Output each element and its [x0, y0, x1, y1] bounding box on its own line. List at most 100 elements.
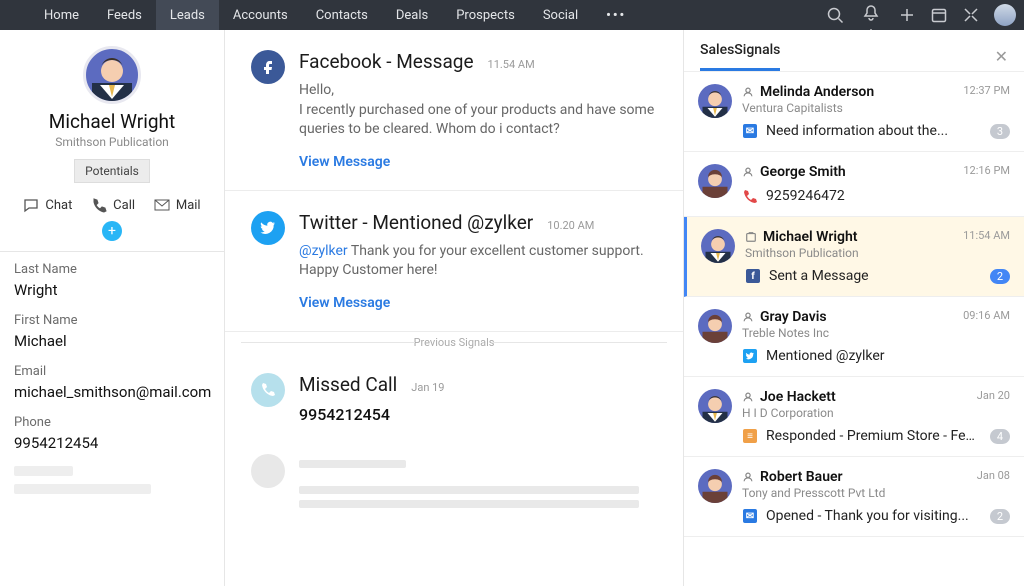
signal-item[interactable]: Gray Davis 09:16 AM Treble Notes Inc Men…: [684, 297, 1024, 377]
feed-title: Twitter - Mentioned @zylker: [299, 211, 533, 234]
feed-item-missed-call[interactable]: Missed Call Jan 19 9954212454: [225, 353, 683, 446]
signal-item[interactable]: Joe Hackett Jan 20 H I D Corporation ≡ R…: [684, 377, 1024, 457]
feed-item-facebook[interactable]: Facebook - Message 11.54 AM Hello, I rec…: [225, 30, 683, 191]
nav-feeds[interactable]: Feeds: [93, 0, 156, 30]
placeholder-line: [14, 484, 151, 494]
signal-item[interactable]: Robert Bauer Jan 08 Tony and Presscott P…: [684, 457, 1024, 537]
call-action[interactable]: Call: [91, 197, 135, 213]
close-icon[interactable]: ✕: [995, 47, 1008, 66]
nav-deals[interactable]: Deals: [382, 0, 442, 30]
chat-action[interactable]: Chat: [23, 197, 72, 213]
last-name-label: Last Name: [14, 262, 210, 277]
email-value: michael_smithson@mail.com: [14, 383, 210, 401]
related-chip[interactable]: Potentials: [74, 159, 150, 183]
previous-signals-divider: Previous Signals: [225, 336, 683, 349]
signal-type-icon: f: [745, 268, 761, 284]
signal-company: Treble Notes Inc: [742, 326, 1010, 340]
signal-time: Jan 20: [977, 389, 1010, 402]
signal-type-icon: [742, 188, 758, 204]
signal-name: George Smith: [742, 164, 846, 180]
signal-count-badge: 2: [990, 509, 1010, 524]
signal-company: Tony and Presscott Pvt Ltd: [742, 486, 1010, 500]
feed-time: Jan 19: [411, 381, 444, 394]
signal-name: Robert Bauer: [742, 469, 843, 485]
lead-avatar: [83, 46, 141, 104]
signal-type-icon: ≡: [742, 428, 758, 444]
nav-leads[interactable]: Leads: [156, 0, 219, 30]
chat-label: Chat: [45, 198, 72, 213]
feed-time: 11.54 AM: [488, 58, 535, 71]
feed-time: 10.20 AM: [547, 219, 594, 232]
view-message-link[interactable]: View Message: [299, 295, 390, 311]
nav-social[interactable]: Social: [529, 0, 592, 30]
user-avatar[interactable]: [994, 4, 1016, 26]
add-button[interactable]: +: [102, 221, 122, 241]
top-nav: Home Feeds Leads Accounts Contacts Deals…: [0, 0, 1024, 30]
signal-name: Melinda Anderson: [742, 84, 874, 100]
phone-icon: [251, 373, 285, 407]
nav-accounts[interactable]: Accounts: [219, 0, 302, 30]
lead-company: Smithson Publication: [14, 135, 210, 149]
tools-icon[interactable]: [962, 6, 980, 24]
signal-count-badge: 3: [990, 124, 1010, 139]
add-icon[interactable]: [898, 6, 916, 24]
signal-text: Responded - Premium Store - Fee...: [766, 428, 982, 444]
hamburger-icon[interactable]: [0, 0, 30, 30]
last-name-value: Wright: [14, 281, 210, 299]
signal-avatar: [698, 389, 732, 423]
signal-item[interactable]: Melinda Anderson 12:37 PM Ventura Capita…: [684, 72, 1024, 152]
facebook-icon: [251, 50, 285, 84]
nav-contacts[interactable]: Contacts: [302, 0, 382, 30]
signal-company: H I D Corporation: [742, 406, 1010, 420]
signal-company: Smithson Publication: [745, 246, 1010, 260]
signal-text: Opened - Thank you for visiting...: [766, 508, 969, 524]
signal-count-badge: 4: [990, 429, 1010, 444]
call-label: Call: [113, 198, 135, 213]
notifications-icon[interactable]: [858, 4, 884, 26]
lead-detail-panel: Michael Wright Smithson Publication Pote…: [0, 30, 225, 586]
feed-body: Hello, I recently purchased one of your …: [299, 81, 657, 140]
signal-avatar: [698, 84, 732, 118]
signal-time: 12:16 PM: [963, 164, 1010, 177]
signal-company: Ventura Capitalists: [742, 101, 1010, 115]
signal-count-badge: 2: [990, 269, 1010, 284]
nav-prospects[interactable]: Prospects: [442, 0, 529, 30]
signal-type-icon: ✉: [742, 508, 758, 524]
signal-avatar: [698, 164, 732, 198]
nav-more[interactable]: •••: [592, 0, 640, 30]
signal-text: Need information about the...: [766, 123, 948, 139]
signal-time: Jan 08: [977, 469, 1010, 482]
calendar-icon[interactable]: [930, 6, 948, 24]
missed-call-number: 9954212454: [299, 404, 445, 426]
signal-item[interactable]: George Smith 12:16 PM 9259246472: [684, 152, 1024, 217]
signal-item[interactable]: Michael Wright 11:54 AM Smithson Publica…: [684, 217, 1024, 297]
feed-body: @zylker Thank you for your excellent cus…: [299, 242, 657, 281]
signal-type-icon: [742, 348, 758, 364]
activity-feed: Facebook - Message 11.54 AM Hello, I rec…: [225, 30, 684, 586]
placeholder-line: [14, 466, 73, 476]
mail-label: Mail: [176, 198, 201, 213]
phone-value: 9954212454: [14, 434, 210, 452]
signal-type-icon: ✉: [742, 123, 758, 139]
phone-label: Phone: [14, 415, 210, 430]
twitter-icon: [251, 211, 285, 245]
nav-home[interactable]: Home: [30, 0, 93, 30]
signal-avatar: [698, 469, 732, 503]
email-label: Email: [14, 364, 210, 379]
signal-name: Michael Wright: [745, 229, 857, 245]
sales-signals-panel: SalesSignals ✕ Melinda Anderson 12:37 PM…: [684, 30, 1024, 586]
signal-text: 9259246472: [766, 188, 845, 204]
signal-text: Sent a Message: [769, 268, 869, 284]
signal-avatar: [698, 309, 732, 343]
search-icon[interactable]: [826, 6, 844, 24]
feed-item-placeholder: [225, 446, 683, 534]
view-message-link[interactable]: View Message: [299, 154, 390, 170]
mail-action[interactable]: Mail: [154, 197, 201, 213]
feed-item-twitter[interactable]: Twitter - Mentioned @zylker 10.20 AM @zy…: [225, 191, 683, 332]
signal-name: Joe Hackett: [742, 389, 836, 405]
signal-name: Gray Davis: [742, 309, 827, 325]
signal-time: 11:54 AM: [963, 229, 1010, 242]
feed-title: Missed Call: [299, 373, 397, 396]
signal-avatar: [701, 229, 735, 263]
panel-title: SalesSignals: [700, 42, 780, 71]
